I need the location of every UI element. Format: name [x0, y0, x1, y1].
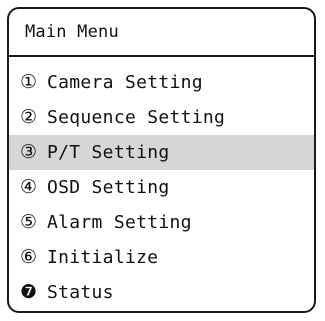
item-number-badge: ④ — [20, 176, 38, 198]
menu-list: ① Camera Setting ② Sequence Setting ③ P/… — [9, 65, 314, 310]
item-number-badge: ① — [20, 71, 38, 93]
item-number-badge: ⑤ — [20, 211, 38, 233]
menu-item-label: Initialize — [47, 247, 159, 268]
menu-title: Main Menu — [9, 9, 314, 57]
main-menu-panel: Main Menu ① Camera Setting ② Sequence Se… — [7, 7, 316, 313]
menu-item-osd-setting[interactable]: ④ OSD Setting — [9, 170, 314, 205]
menu-item-label: OSD Setting — [47, 177, 170, 198]
menu-item-label: Status — [47, 282, 114, 303]
menu-item-alarm-setting[interactable]: ⑤ Alarm Setting — [9, 205, 314, 240]
menu-item-initialize[interactable]: ⑥ Initialize — [9, 240, 314, 275]
menu-item-sequence-setting[interactable]: ② Sequence Setting — [9, 100, 314, 135]
item-number-badge: ② — [20, 106, 38, 128]
menu-item-label: Sequence Setting — [47, 107, 226, 128]
item-number-badge: ③ — [20, 141, 38, 163]
menu-item-camera-setting[interactable]: ① Camera Setting — [9, 65, 314, 100]
menu-item-label: P/T Setting — [47, 142, 170, 163]
menu-item-label: Alarm Setting — [47, 212, 192, 233]
item-number-badge: ⑥ — [20, 246, 38, 268]
menu-item-status[interactable]: ❼ Status — [9, 275, 314, 310]
item-number-badge: ❼ — [20, 281, 38, 303]
menu-item-label: Camera Setting — [47, 72, 203, 93]
menu-item-pt-setting[interactable]: ③ P/T Setting — [9, 135, 314, 170]
